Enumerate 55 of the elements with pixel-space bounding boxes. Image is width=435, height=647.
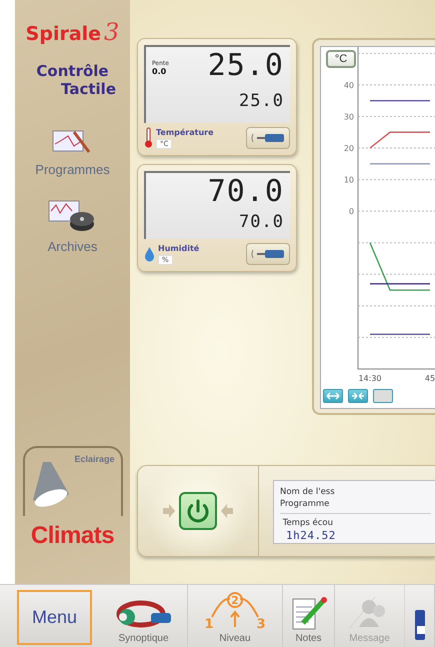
axis-tick-label: 14:30 <box>358 374 382 383</box>
setpoint-value: 70.0 <box>239 212 284 234</box>
level-digit: 3 <box>256 617 266 631</box>
axis-tick-label: 20 <box>344 144 354 154</box>
axis-tick-label: 0 <box>348 207 354 216</box>
probe-button[interactable] <box>246 243 290 265</box>
elapsed-label: Temps écou <box>282 517 334 529</box>
test-name-label: Nom de l'ess <box>280 486 336 498</box>
toolbar-button[interactable]: 1 2 3 Niveau <box>188 585 283 647</box>
app-title: Contrôle <box>36 62 109 80</box>
axis-tick-label: 45 <box>424 374 435 383</box>
measured-value: 25.0 <box>208 50 284 85</box>
axis-tick-label: 30 <box>344 112 354 122</box>
series-line <box>370 132 430 148</box>
measured-value: 70.0 <box>208 176 284 211</box>
brand-name: Spirale <box>26 23 102 45</box>
expand-arrows-icon <box>326 392 340 400</box>
series-line <box>370 100 430 102</box>
program-label: Programme <box>280 498 330 510</box>
lighting-tab[interactable]: Eclairage <box>22 446 122 516</box>
power-button[interactable] <box>179 492 217 530</box>
elapsed-time: 1h24.52 <box>285 529 337 542</box>
chart-button[interactable] <box>373 389 393 403</box>
collapse-arrows-icon <box>351 392 365 400</box>
axis-tick-label: 10 <box>344 176 354 185</box>
app-title: Tactile <box>61 80 116 98</box>
sidebar-item[interactable]: Programmes <box>35 128 110 177</box>
chart-pen-icon <box>52 128 92 156</box>
toolbar-button[interactable]: Notes <box>283 585 335 647</box>
level-digit: 2 <box>231 594 239 607</box>
power-icon <box>186 499 210 523</box>
probe-button[interactable] <box>246 127 290 149</box>
water-drop-icon <box>144 246 155 262</box>
sidebar-item[interactable]: Archives <box>48 199 98 254</box>
thermometer-icon <box>144 127 153 149</box>
zoom-in-button[interactable] <box>348 389 368 403</box>
measurement-label: Température <box>156 128 214 136</box>
probe-icon <box>251 248 285 260</box>
arrow-left-icon <box>221 504 233 518</box>
measurement-label: Humidité <box>158 244 200 252</box>
level-digit: 1 <box>204 617 214 631</box>
series-line <box>370 163 430 164</box>
setpoint-value: 25.0 <box>239 90 284 113</box>
arrow-right-icon <box>163 504 175 518</box>
probe-icon <box>251 132 285 144</box>
menu-button[interactable]: Menu <box>17 590 92 645</box>
unit-button[interactable]: °C <box>326 50 356 68</box>
series-line <box>370 334 430 335</box>
toolbar-button[interactable]: Synoptique <box>100 585 188 647</box>
brand-version: 3 <box>104 18 120 46</box>
zoom-out-button[interactable] <box>323 389 343 403</box>
chart-film-reels-icon <box>48 199 96 233</box>
axis-tick-label: 40 <box>344 80 354 90</box>
slope-value: 0.0 <box>152 67 168 76</box>
climats-logo: Climats <box>30 522 114 550</box>
